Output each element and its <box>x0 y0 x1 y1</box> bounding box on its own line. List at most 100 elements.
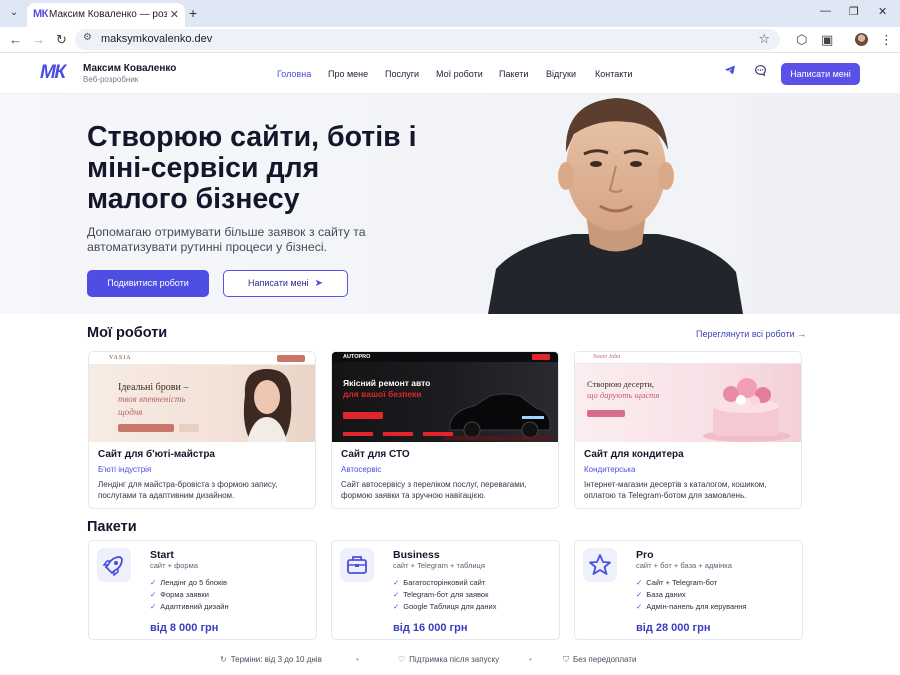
work-card-tag: Кондитерська <box>584 465 636 474</box>
check-icon: ✓ <box>393 578 400 587</box>
package-subtitle: сайт + форма <box>150 561 198 570</box>
package-card-start[interactable]: Start сайт + форма ✓ Лендінг до 5 блоків … <box>88 540 317 640</box>
package-feature: ✓ Telegram-бот для заявок <box>393 590 489 599</box>
brand-role: Веб-розробник <box>83 75 139 84</box>
briefcase-icon <box>340 548 374 582</box>
nav-home[interactable]: Головна <box>277 69 311 79</box>
work-card-tag: Б'юті індустрія <box>98 465 152 474</box>
see-all-works-link[interactable]: Переглянути всі роботи → <box>696 329 806 339</box>
footer-separator: • <box>529 655 532 664</box>
confectioner-preview-headline: Створюю десерти, <box>587 379 655 389</box>
package-card-business[interactable]: Business сайт + Telegram + таблиця ✓ Бага… <box>331 540 560 640</box>
auto-preview-headline2: для вашої безпеки <box>343 389 422 399</box>
url-text: maksymkovalenko.dev <box>101 33 213 45</box>
beauty-site-preview: VASIA Ідеальні брови – твоя впевненість … <box>89 352 315 442</box>
tab-search-icon[interactable]: ⌄ <box>6 5 22 21</box>
footer-terms: ↻ Терміни: від 3 до 10 днів <box>220 655 322 664</box>
restore-icon[interactable]: ❐ <box>849 5 859 18</box>
view-works-button[interactable]: Подивитися роботи <box>87 270 209 297</box>
beauty-preview-headline3: щодня <box>118 407 143 417</box>
nav-contacts[interactable]: Контакти <box>595 69 632 79</box>
new-tab-icon[interactable]: + <box>189 5 197 21</box>
work-card-description: Інтернет-магазин десертів з каталогом, к… <box>584 480 767 500</box>
package-feature: ✓ Багатосторінковий сайт <box>393 578 486 587</box>
shield-icon: ⛉ <box>563 655 569 664</box>
package-feature: ✓ Адмін-панель для керування <box>636 602 747 611</box>
refresh-clock-icon: ↻ <box>220 655 227 664</box>
write-me-header-button[interactable]: Написати мені <box>781 63 860 85</box>
package-name: Start <box>150 549 174 561</box>
package-card-pro[interactable]: Pro сайт + бот + база + адмінка ✓ Сайт + … <box>574 540 803 640</box>
confectioner-site-preview: Sweet Joba Створюю десерти, що дарують щ… <box>575 352 801 442</box>
check-icon: ✓ <box>636 578 643 587</box>
package-subtitle: сайт + Telegram + таблиця <box>393 561 485 570</box>
check-icon: ✓ <box>150 602 157 611</box>
nav-packages[interactable]: Пакети <box>499 69 528 79</box>
package-feature: ✓ База даних <box>636 590 686 599</box>
chat-icon[interactable] <box>751 64 770 83</box>
extensions-icon[interactable]: ▣ <box>821 31 833 49</box>
packages-section-title: Пакети <box>87 519 137 535</box>
site-info-icon[interactable]: ⚙ <box>83 32 92 43</box>
confectioner-preview-brand: Sweet Joba <box>593 354 621 360</box>
package-price: від 28 000 грн <box>636 622 711 634</box>
address-bar[interactable]: ⚙ maksymkovalenko.dev ☆ <box>75 29 780 50</box>
confectioner-preview-headline2: що дарують щастя <box>587 390 660 400</box>
brand-name: Максим Коваленко <box>83 63 177 74</box>
beauty-preview-brand: VASIA <box>109 355 132 361</box>
check-icon: ✓ <box>150 590 157 599</box>
hero-subtitle: Допомагаю отримувати більше заявок з сай… <box>87 225 366 254</box>
package-feature: ✓ Сайт + Telegram-бот <box>636 578 718 587</box>
work-card-description: Сайт автосервісу з переліком послуг, пер… <box>341 480 527 500</box>
browser-toolbar: ← → ↻ ⚙ maksymkovalenko.dev ☆ ⬡ ▣ ⋮ <box>0 27 900 53</box>
tab-favicon: МК <box>33 8 48 20</box>
portrait-photo <box>488 94 743 314</box>
nav-reviews[interactable]: Відгуки <box>546 69 576 79</box>
star-icon <box>583 548 617 582</box>
package-name: Pro <box>636 549 654 561</box>
rocket-icon <box>97 548 131 582</box>
heart-icon: ♡ <box>398 655 406 664</box>
tab-close-icon[interactable]: ✕ <box>170 8 179 21</box>
package-price: від 8 000 грн <box>150 622 219 634</box>
browser-tab[interactable]: МК Максим Коваленко — розробка ✕ <box>27 3 185 27</box>
check-icon: ✓ <box>636 590 643 599</box>
write-me-hero-button[interactable]: Написати мені ➤ <box>223 270 348 297</box>
nav-services[interactable]: Послуги <box>385 69 419 79</box>
beauty-preview-headline2: твоя впевненість <box>118 394 186 404</box>
work-card-beauty[interactable]: VASIA Ідеальні брови – твоя впевненість … <box>88 351 316 509</box>
auto-preview-brand: AUTOPRO <box>343 354 371 360</box>
autoservice-site-preview: AUTOPRO Якісний ремонт авто для вашої бе… <box>332 352 558 442</box>
back-icon[interactable]: ← <box>9 31 22 49</box>
package-price: від 16 000 грн <box>393 622 468 634</box>
telegram-icon[interactable] <box>720 64 739 83</box>
close-window-icon[interactable]: ✕ <box>878 5 887 18</box>
profile-avatar[interactable] <box>855 33 868 46</box>
work-card-confectioner[interactable]: Sweet Joba Створюю десерти, що дарують щ… <box>574 351 802 509</box>
hero-title: Створюю сайти, ботів і міні-сервіси для … <box>87 121 417 215</box>
auto-preview-headline: Якісний ремонт авто <box>343 378 431 388</box>
work-card-title: Сайт для кондитера <box>584 449 684 460</box>
write-me-hero-label: Написати мені <box>248 278 309 288</box>
work-card-autoservice[interactable]: AUTOPRO Якісний ремонт авто для вашої бе… <box>331 351 559 509</box>
footer-separator: • <box>356 655 359 664</box>
footer-no-prepay: ⛉ Без передоплати <box>563 655 637 664</box>
nav-works[interactable]: Мої роботи <box>436 69 483 79</box>
package-subtitle: сайт + бот + база + адмінка <box>636 561 732 570</box>
check-icon: ✓ <box>393 602 400 611</box>
bookmark-star-icon[interactable]: ☆ <box>758 31 770 47</box>
reload-icon[interactable]: ↻ <box>56 31 67 49</box>
tab-title: Максим Коваленко — розробка <box>49 9 167 20</box>
work-card-tag: Автосервіс <box>341 465 382 474</box>
extension-puzzle-icon[interactable]: ⬡ <box>796 31 807 49</box>
beauty-preview-headline: Ідеальні брови – <box>118 382 189 393</box>
work-card-description: Лендінг для майстра-бровіста з формою за… <box>98 480 278 500</box>
menu-kebab-icon[interactable]: ⋮ <box>880 31 893 49</box>
package-feature: ✓ Лендінг до 5 блоків <box>150 578 227 587</box>
minimize-icon[interactable]: — <box>820 5 831 17</box>
send-icon: ➤ <box>314 278 323 289</box>
forward-icon[interactable]: → <box>32 31 45 49</box>
site-logo[interactable]: МК <box>40 62 66 84</box>
check-icon: ✓ <box>636 602 643 611</box>
nav-about[interactable]: Про мене <box>328 69 368 79</box>
